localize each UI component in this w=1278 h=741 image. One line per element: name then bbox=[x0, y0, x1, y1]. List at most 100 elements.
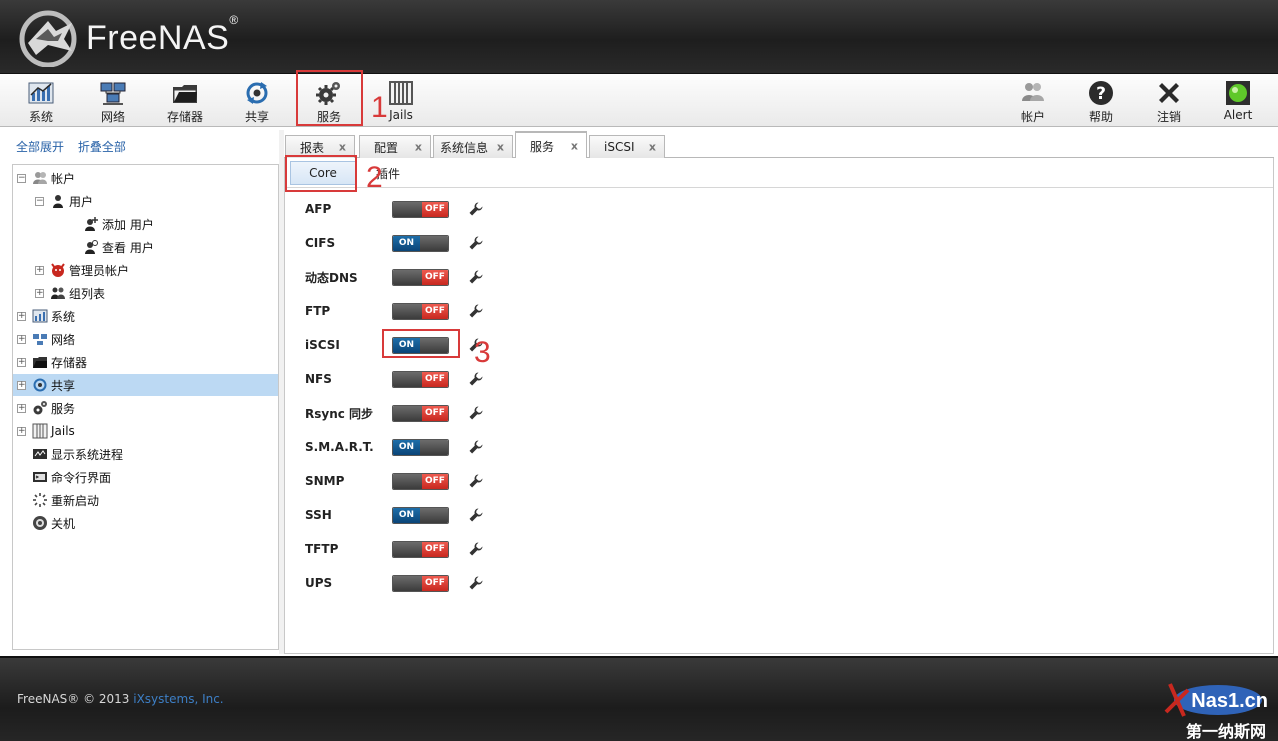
toggle-off-label: OFF bbox=[421, 371, 448, 387]
annotation-number-2: 2 bbox=[366, 161, 383, 194]
tab-system-info[interactable]: 系统信息 x bbox=[433, 135, 513, 158]
tree-item-users[interactable]: − 用户 bbox=[13, 190, 278, 212]
close-tab-icon[interactable]: x bbox=[497, 141, 504, 154]
watermark-logo: Nas1.cn 第一纳斯网 bbox=[1158, 668, 1268, 741]
close-tab-icon[interactable]: x bbox=[649, 141, 656, 154]
service-toggle[interactable]: OFF bbox=[392, 302, 449, 320]
service-toggle[interactable]: OFF bbox=[392, 404, 449, 422]
service-toggle[interactable]: OFF bbox=[392, 268, 449, 286]
close-tab-icon[interactable]: x bbox=[415, 141, 422, 154]
tree-item-admin-accounts[interactable]: + 管理员帐户 bbox=[13, 259, 278, 281]
wrench-icon[interactable] bbox=[468, 507, 484, 523]
tree-item-network[interactable]: + 网络 bbox=[13, 328, 278, 350]
expand-toggle[interactable]: + bbox=[17, 311, 26, 321]
services-panel: Core 插件 AFP OFF CIFS ON 动态DNS OFF FTP OFF iSCSI O… bbox=[284, 158, 1274, 654]
tab-settings[interactable]: 配置 x bbox=[359, 135, 431, 158]
expand-toggle[interactable]: + bbox=[17, 426, 26, 436]
service-toggle[interactable]: OFF bbox=[392, 370, 449, 388]
wrench-icon[interactable] bbox=[468, 201, 484, 217]
close-tab-icon[interactable]: x bbox=[339, 141, 346, 154]
expand-toggle[interactable]: + bbox=[17, 357, 26, 367]
wrench-icon[interactable] bbox=[468, 303, 484, 319]
network-icon bbox=[33, 334, 47, 345]
toolbar-storage-button[interactable]: 存储器 bbox=[154, 77, 216, 125]
tree-controls: 全部展开 折叠全部 bbox=[16, 138, 136, 155]
user-icon bbox=[53, 195, 63, 208]
toggle-knob bbox=[420, 235, 448, 251]
sharing-icon bbox=[33, 378, 47, 392]
wrench-icon[interactable] bbox=[468, 371, 484, 387]
toolbar-alert-button[interactable]: Alert bbox=[1207, 77, 1269, 125]
service-name: Rsync 同步 bbox=[305, 406, 374, 421]
watermark-top-text: Nas1.cn bbox=[1191, 690, 1268, 712]
tree-item-add-user[interactable]: 添加 用户 bbox=[13, 213, 278, 235]
tree-item-view-users[interactable]: 查看 用户 bbox=[13, 236, 278, 258]
service-toggle[interactable]: OFF bbox=[392, 574, 449, 592]
collapse-toggle[interactable]: − bbox=[17, 173, 26, 183]
toolbar-help-button[interactable]: ? 帮助 bbox=[1070, 77, 1132, 125]
wrench-icon[interactable] bbox=[468, 235, 484, 251]
expand-toggle[interactable]: + bbox=[35, 288, 44, 298]
service-toggle[interactable]: OFF bbox=[392, 540, 449, 558]
toolbar-system-button[interactable]: 系统 bbox=[10, 77, 72, 125]
expand-toggle[interactable]: + bbox=[17, 380, 26, 390]
storage-icon bbox=[33, 357, 47, 368]
service-name: SSH bbox=[305, 508, 332, 522]
tree-item-services[interactable]: + 服务 bbox=[13, 397, 278, 419]
tree-item-shell[interactable]: 命令行界面 bbox=[13, 466, 278, 488]
freenas-logo: FreeNAS® bbox=[18, 8, 239, 68]
expand-toggle[interactable]: + bbox=[17, 403, 26, 413]
wrench-icon[interactable] bbox=[468, 405, 484, 421]
tab-services[interactable]: 服务 x bbox=[515, 131, 587, 159]
service-toggle[interactable]: OFF bbox=[392, 200, 449, 218]
toolbar-sharing-button[interactable]: 共享 bbox=[226, 77, 288, 125]
service-toggle[interactable]: ON bbox=[392, 234, 449, 252]
service-row: SNMP OFF bbox=[305, 470, 484, 492]
tree-item-shutdown[interactable]: 关机 bbox=[13, 512, 278, 534]
expand-all-link[interactable]: 全部展开 bbox=[16, 140, 64, 154]
toolbar-account-button[interactable]: 帐户 bbox=[1002, 77, 1064, 125]
tree-item-processes[interactable]: 显示系统进程 bbox=[13, 443, 278, 465]
service-toggle[interactable]: ON bbox=[392, 438, 449, 456]
toggle-knob bbox=[393, 303, 422, 319]
collapse-all-link[interactable]: 折叠全部 bbox=[78, 140, 126, 154]
storage-icon bbox=[173, 85, 197, 103]
tree-item-reboot[interactable]: 重新启动 bbox=[13, 489, 278, 511]
close-tab-icon[interactable]: x bbox=[571, 140, 578, 153]
service-name: FTP bbox=[305, 304, 331, 318]
service-row: AFP OFF bbox=[305, 198, 484, 220]
freenas-shark-icon bbox=[19, 10, 77, 67]
service-name: CIFS bbox=[305, 236, 336, 250]
ixsystems-link[interactable]: iXsystems, Inc. bbox=[133, 692, 223, 706]
watermark-bottom-text: 第一纳斯网 bbox=[1185, 722, 1266, 741]
service-toggle[interactable]: ON bbox=[392, 506, 449, 524]
collapse-toggle[interactable]: − bbox=[35, 196, 44, 206]
tab-bar: 报表 x 配置 x 系统信息 x 服务 x iSCSI x bbox=[284, 131, 1274, 159]
wrench-icon[interactable] bbox=[468, 473, 484, 489]
service-name: S.M.A.R.T. bbox=[305, 440, 374, 454]
tree-item-groups[interactable]: + 组列表 bbox=[13, 282, 278, 304]
wrench-icon[interactable] bbox=[468, 439, 484, 455]
add-user-icon bbox=[85, 217, 98, 231]
tab-iscsi[interactable]: iSCSI x bbox=[589, 135, 665, 158]
tree-item-sharing[interactable]: + 共享 bbox=[13, 374, 278, 396]
toggle-off-label: OFF bbox=[421, 303, 448, 319]
power-icon bbox=[33, 516, 47, 530]
service-toggle[interactable]: OFF bbox=[392, 472, 449, 490]
tree-item-jails[interactable]: + Jails bbox=[13, 420, 278, 442]
tree-item-accounts[interactable]: − 帐户 bbox=[13, 167, 278, 189]
wrench-icon[interactable] bbox=[468, 269, 484, 285]
toggle-on-label: ON bbox=[393, 439, 421, 455]
wrench-icon[interactable] bbox=[468, 575, 484, 591]
tree-item-storage[interactable]: + 存储器 bbox=[13, 351, 278, 373]
toolbar-logout-button[interactable]: 注销 bbox=[1138, 77, 1200, 125]
process-icon bbox=[33, 449, 47, 459]
toolbar-network-button[interactable]: 网络 bbox=[82, 77, 144, 125]
tree-item-system[interactable]: + 系统 bbox=[13, 305, 278, 327]
toggle-off-label: OFF bbox=[421, 269, 448, 285]
toggle-off-label: OFF bbox=[421, 405, 448, 421]
network-icon bbox=[100, 82, 126, 105]
expand-toggle[interactable]: + bbox=[35, 265, 44, 275]
wrench-icon[interactable] bbox=[468, 541, 484, 557]
expand-toggle[interactable]: + bbox=[17, 334, 26, 344]
